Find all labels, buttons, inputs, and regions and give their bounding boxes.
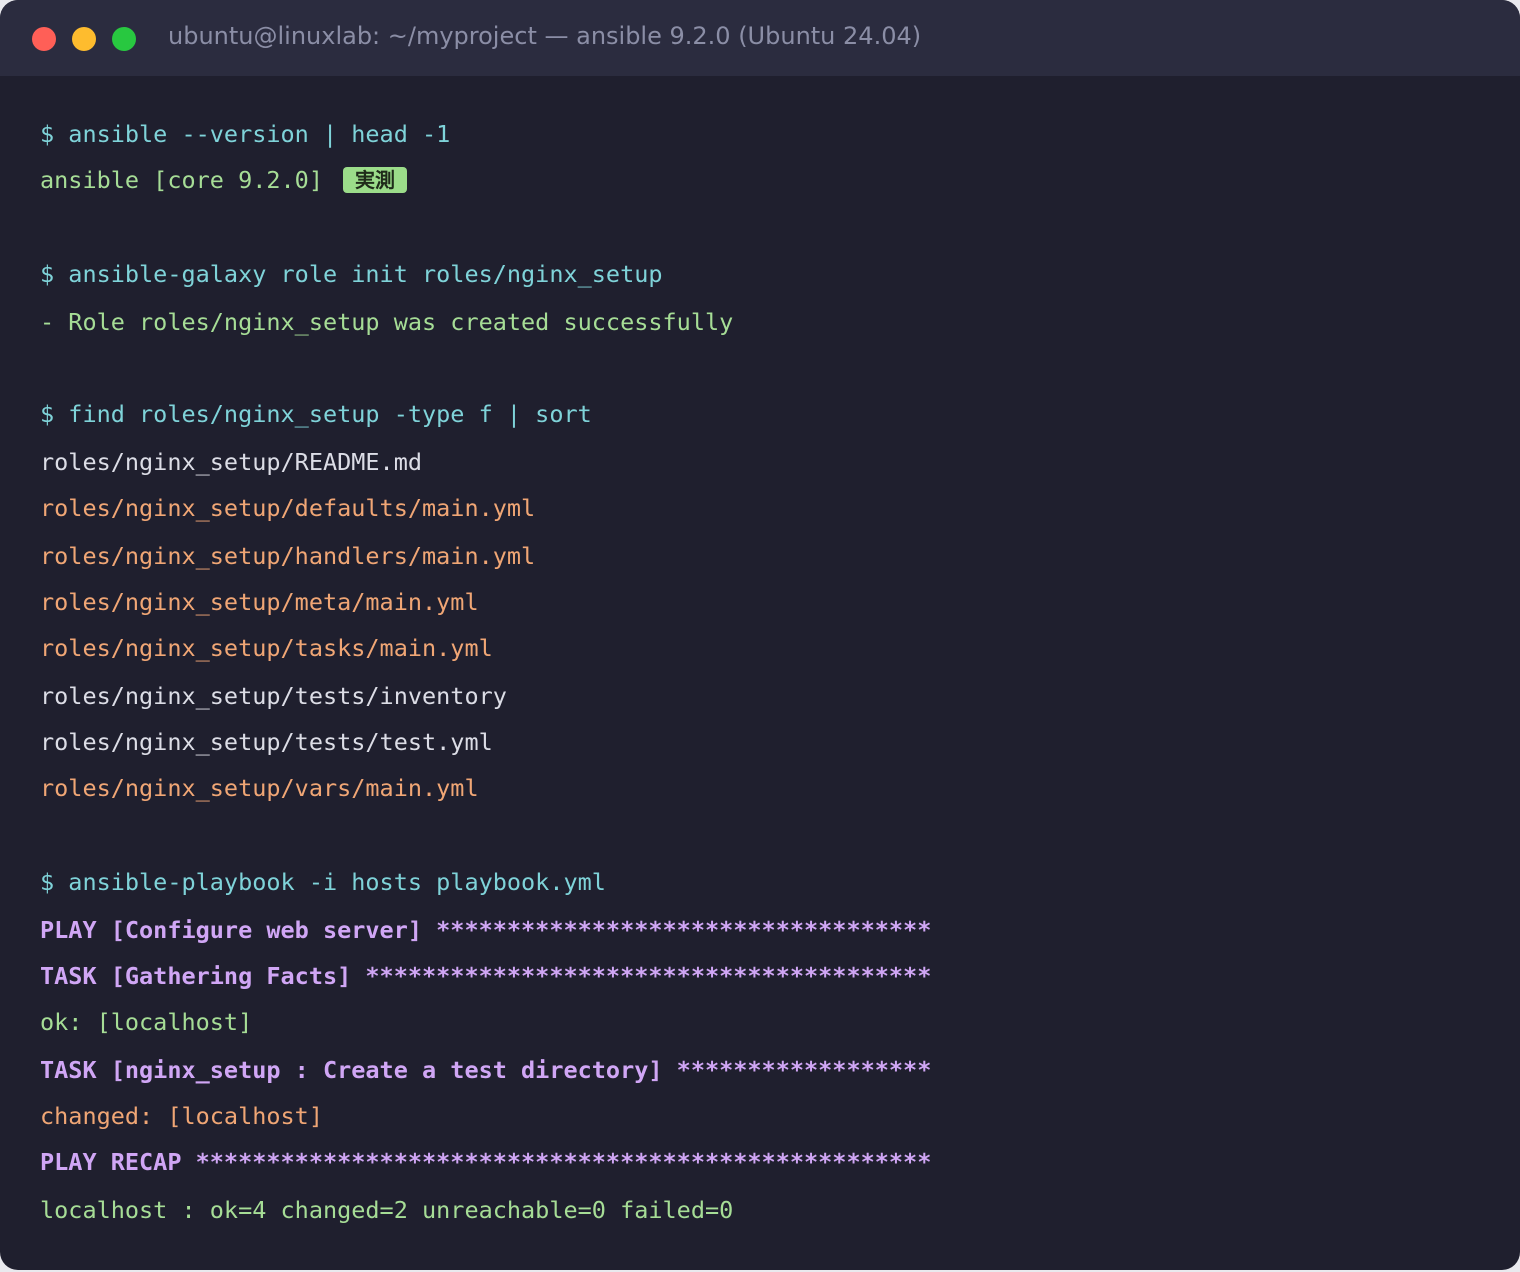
- file-path-line: roles/nginx_setup/defaults/main.yml: [40, 494, 536, 522]
- output-line: ansible [core 9.2.0] 実測: [40, 165, 407, 195]
- task-header-line: TASK [nginx_setup : Create a test direct…: [40, 1056, 932, 1084]
- recap-summary-line: localhost : ok=4 changed=2 unreachable=0…: [40, 1196, 734, 1224]
- task-header-line: TASK [Gathering Facts] *****************…: [40, 962, 932, 990]
- command-line: $ find roles/nginx_setup -type f | sort: [40, 400, 592, 428]
- output-line-text: ansible [core 9.2.0]: [40, 166, 323, 194]
- title-bar[interactable]: ubuntu@linuxlab: ~/myproject — ansible 9…: [0, 0, 1520, 76]
- file-path-line: roles/nginx_setup/tests/inventory: [40, 682, 507, 710]
- window-title: ubuntu@linuxlab: ~/myproject — ansible 9…: [168, 22, 922, 50]
- terminal-window: ubuntu@linuxlab: ~/myproject — ansible 9…: [0, 0, 1520, 1270]
- command-line: $ ansible-galaxy role init roles/nginx_s…: [40, 260, 663, 288]
- status-badge: 実測: [342, 167, 407, 193]
- terminal-output[interactable]: $ ansible --version | head -1 ansible [c…: [40, 0, 931, 1224]
- maximize-button[interactable]: [112, 27, 136, 51]
- file-path-line: roles/nginx_setup/README.md: [40, 448, 423, 476]
- file-path-line: roles/nginx_setup/meta/main.yml: [40, 588, 479, 616]
- task-result-line: changed: [localhost]: [40, 1102, 323, 1130]
- output-line: - Role roles/nginx_setup was created suc…: [40, 308, 734, 336]
- file-path-line: roles/nginx_setup/tasks/main.yml: [40, 634, 493, 662]
- file-path-line: roles/nginx_setup/tests/test.yml: [40, 728, 493, 756]
- file-path-line: roles/nginx_setup/handlers/main.yml: [40, 542, 536, 570]
- play-recap-line: PLAY RECAP *****************************…: [40, 1148, 932, 1176]
- command-line: $ ansible-playbook -i hosts playbook.yml: [40, 868, 606, 896]
- command-line: $ ansible --version | head -1: [40, 120, 451, 148]
- play-header-line: PLAY [Configure web server] ************…: [40, 916, 932, 944]
- file-path-line: roles/nginx_setup/vars/main.yml: [40, 774, 479, 802]
- task-result-line: ok: [localhost]: [40, 1008, 253, 1036]
